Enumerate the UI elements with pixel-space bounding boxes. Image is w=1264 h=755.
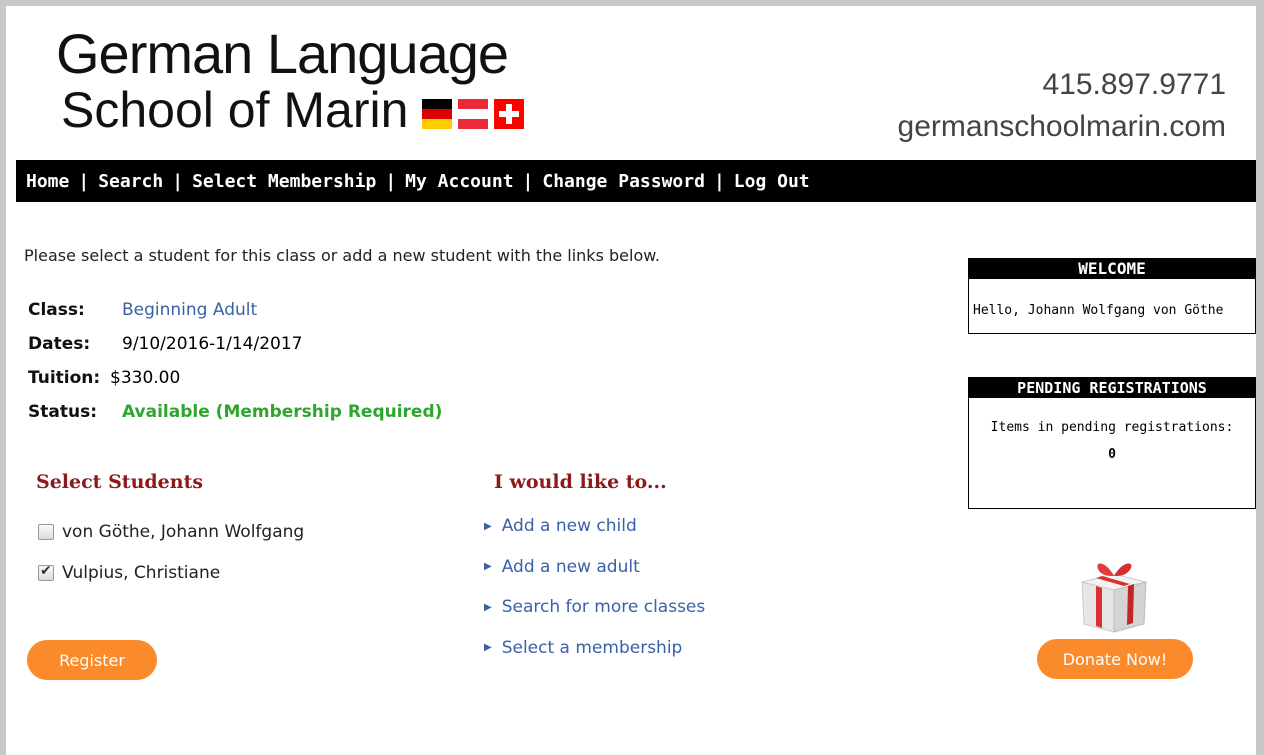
nav-separator: | (385, 170, 397, 192)
nav-log-out[interactable]: Log Out (734, 171, 810, 192)
student-checkbox[interactable] (38, 523, 54, 540)
tuition-value: $330.00 (110, 368, 181, 388)
german-flag-icon (422, 99, 453, 129)
nav-home[interactable]: Home (26, 171, 69, 192)
pending-count: 0 (1108, 447, 1116, 462)
nav-my-account[interactable]: My Account (405, 171, 513, 192)
class-label: Class: (28, 300, 85, 320)
add-child-link[interactable]: Add a new child (502, 516, 637, 536)
dates-row: Dates: 9/10/2016-1/14/2017 (28, 327, 442, 361)
pending-registrations-box: PENDING REGISTRATIONS Items in pending r… (968, 377, 1256, 509)
contact-info: 415.897.9771 germanschoolmarin.com (898, 64, 1226, 148)
class-link[interactable]: Beginning Adult (122, 300, 257, 320)
status-value: Available (Membership Required) (122, 402, 443, 422)
dates-label: Dates: (28, 334, 91, 354)
action-list: ▶ Add a new child ▶ Add a new adult ▶ Se… (484, 506, 705, 668)
gift-icon (1081, 563, 1147, 633)
triangle-right-icon: ▶ (484, 561, 492, 573)
swiss-flag-icon (494, 99, 525, 129)
page-frame: German Language School of Marin 415.897.… (6, 6, 1256, 755)
student-checkbox[interactable] (38, 563, 54, 581)
student-list: von Göthe, Johann Wolfgang Vulpius, Chri… (38, 511, 304, 593)
register-button[interactable]: Register (27, 640, 157, 680)
nav-separator: | (78, 170, 90, 192)
actions-title: I would like to... (494, 471, 667, 493)
nav-search[interactable]: Search (98, 171, 163, 192)
triangle-right-icon: ▶ (484, 520, 492, 532)
select-students-title: Select Students (36, 471, 204, 493)
student-item[interactable]: Vulpius, Christiane (38, 552, 304, 593)
intro-text: Please select a student for this class o… (24, 246, 660, 265)
student-name: Vulpius, Christiane (62, 562, 221, 583)
flags (422, 99, 525, 129)
logo-line2-row: School of Marin (61, 82, 525, 138)
action-item: ▶ Add a new adult (484, 547, 705, 588)
action-item: ▶ Select a membership (484, 628, 705, 669)
action-item: ▶ Search for more classes (484, 587, 705, 628)
welcome-title: WELCOME (969, 259, 1255, 279)
welcome-box: WELCOME Hello, Johann Wolfgang von Göthe (968, 258, 1256, 334)
nav-separator: | (172, 170, 184, 192)
phone-number: 415.897.9771 (1042, 68, 1226, 101)
website-address: germanschoolmarin.com (897, 110, 1226, 143)
add-adult-link[interactable]: Add a new adult (502, 557, 640, 577)
pending-title: PENDING REGISTRATIONS (969, 378, 1255, 398)
tuition-label: Tuition: (28, 368, 101, 388)
student-item[interactable]: von Göthe, Johann Wolfgang (38, 511, 304, 552)
nav-select-membership[interactable]: Select Membership (192, 171, 376, 192)
nav-separator: | (713, 170, 725, 192)
logo-line2: School of Marin (61, 82, 409, 138)
dates-value: 9/10/2016-1/14/2017 (122, 334, 303, 354)
status-label: Status: (28, 402, 97, 422)
triangle-right-icon: ▶ (484, 601, 492, 613)
austrian-flag-icon (458, 99, 489, 129)
action-item: ▶ Add a new child (484, 506, 705, 547)
status-row: Status: Available (Membership Required) (28, 395, 442, 429)
school-logo[interactable]: German Language School of Marin (56, 22, 525, 138)
welcome-text: Hello, Johann Wolfgang von Göthe (973, 303, 1224, 318)
class-info: Class: Beginning Adult Dates: 9/10/2016-… (28, 293, 442, 429)
nav-bar: Home | Search | Select Membership | My A… (16, 160, 1256, 202)
nav-separator: | (522, 170, 534, 192)
triangle-right-icon: ▶ (484, 642, 492, 654)
class-row: Class: Beginning Adult (28, 293, 442, 327)
search-classes-link[interactable]: Search for more classes (502, 597, 706, 617)
logo-line1: German Language (56, 22, 509, 85)
nav-change-password[interactable]: Change Password (542, 171, 705, 192)
pending-text: Items in pending registrations: (990, 420, 1234, 435)
student-name: von Göthe, Johann Wolfgang (62, 521, 305, 542)
select-membership-link[interactable]: Select a membership (502, 638, 683, 658)
donate-button[interactable]: Donate Now! (1037, 639, 1193, 679)
tuition-row: Tuition: $330.00 (28, 361, 442, 395)
